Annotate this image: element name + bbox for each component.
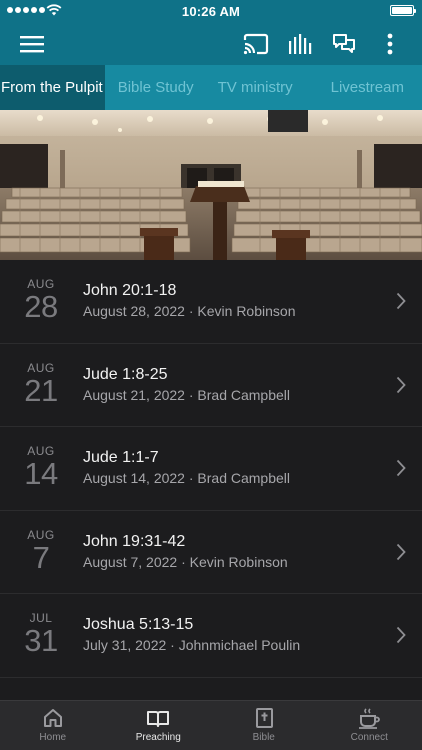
category-tabs: From the Pulpit Bible Study TV ministry … <box>0 65 422 110</box>
sermon-day: 14 <box>24 456 58 491</box>
nav-preaching[interactable]: Preaching <box>106 701 212 750</box>
home-icon <box>43 709 62 727</box>
open-book-icon <box>147 711 170 727</box>
tab-from-the-pulpit[interactable]: From the Pulpit <box>0 65 105 110</box>
chat-button[interactable] <box>326 22 362 65</box>
chevron-right-icon <box>396 459 406 477</box>
menu-icon <box>20 35 44 52</box>
nav-connect[interactable]: Connect <box>317 701 422 750</box>
sermon-row[interactable]: AUG 14 Jude 1:1-7 August 14, 2022 · Brad… <box>0 427 422 511</box>
cast-button[interactable] <box>238 22 274 65</box>
sermon-day: 7 <box>32 539 50 575</box>
sermon-row[interactable]: AUG 28 John 20:1-18 August 28, 2022 · Ke… <box>0 260 422 344</box>
sanctuary-hero-image <box>0 110 422 260</box>
sermon-subtitle: August 28, 2022 · Kevin Robinson <box>83 303 296 319</box>
battery-icon <box>390 5 416 16</box>
nav-home[interactable]: Home <box>0 701 106 750</box>
sermon-day: 31 <box>24 623 58 658</box>
app-bar <box>0 22 422 65</box>
sermon-title: John 19:31-42 <box>83 532 186 550</box>
chevron-right-icon <box>396 543 406 560</box>
sermon-title: Jude 1:1-7 <box>83 449 159 466</box>
sermon-subtitle: August 7, 2022 · Kevin Robinson <box>83 553 288 570</box>
audio-bars-icon <box>289 33 312 54</box>
sermon-day: 28 <box>24 289 58 324</box>
sermon-subtitle: August 21, 2022 · Brad Campbell <box>83 386 291 403</box>
nav-bible[interactable]: Bible <box>211 701 317 750</box>
menu-button[interactable] <box>14 22 50 65</box>
nav-preaching-label: Preaching <box>135 732 181 743</box>
nav-connect-label: Connect <box>350 732 388 743</box>
sermon-row[interactable]: AUG 7 John 19:31-42 August 7, 2022 · Kev… <box>0 511 422 594</box>
tab-tv-ministry[interactable]: TV ministry <box>206 65 305 110</box>
bible-icon <box>255 708 273 728</box>
sermon-day: 21 <box>24 372 58 408</box>
chevron-right-icon <box>396 626 406 644</box>
status-time: 10:26 AM <box>181 4 241 19</box>
sermon-title: John 20:1-18 <box>83 282 177 299</box>
sermon-row[interactable]: JUL 31 Joshua 5:13-15 July 31, 2022 · Jo… <box>0 594 422 678</box>
coffee-cup-icon <box>359 708 381 729</box>
sermon-title: Joshua 5:13-15 <box>83 616 194 633</box>
sermon-list: AUG 28 John 20:1-18 August 28, 2022 · Ke… <box>0 260 422 700</box>
sermon-title: Jude 1:8-25 <box>83 365 168 383</box>
more-vertical-icon <box>387 33 393 54</box>
status-bar: 10:26 AM <box>0 0 422 22</box>
nav-home-label: Home <box>39 732 67 743</box>
more-button[interactable] <box>378 22 402 65</box>
nav-bible-label: Bible <box>252 732 275 743</box>
sermon-row[interactable]: AUG 21 Jude 1:8-25 August 21, 2022 · Bra… <box>0 344 422 427</box>
sermon-subtitle: August 14, 2022 · Brad Campbell <box>83 470 291 486</box>
chevron-right-icon <box>396 292 406 310</box>
tab-livestream[interactable]: Livestream <box>305 65 410 110</box>
chat-icon <box>333 33 355 53</box>
audio-button[interactable] <box>282 22 318 65</box>
sermon-subtitle: July 31, 2022 · Johnmichael Poulin <box>83 637 301 653</box>
chevron-right-icon <box>396 376 406 393</box>
cast-icon <box>243 33 269 54</box>
tab-bible-study[interactable]: Bible Study <box>105 65 206 110</box>
bottom-tab-bar: Home Preaching Bible Connect <box>0 700 422 750</box>
